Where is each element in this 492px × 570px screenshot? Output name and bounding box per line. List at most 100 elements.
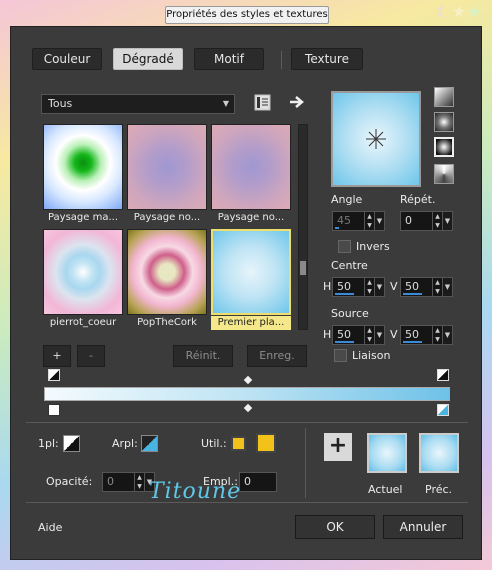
center-h-field[interactable]: 50 ▲ ▼ ▼: [332, 277, 385, 297]
previous-gradient-preview[interactable]: [419, 433, 459, 473]
opacity-stepper[interactable]: ▲ ▼: [134, 473, 144, 491]
top-right-stop-icon[interactable]: [437, 369, 449, 381]
center-v-dropdown-button[interactable]: ▼: [442, 277, 453, 297]
gradient-list-scrollbar[interactable]: [298, 124, 308, 330]
radial-gradient-icon[interactable]: [434, 164, 454, 184]
background-stop-icon[interactable]: [141, 435, 158, 452]
gradient-item[interactable]: Paysage no...: [127, 124, 207, 225]
source-v-stepper[interactable]: ▲ ▼: [432, 326, 442, 344]
gradient-editor-bar[interactable]: [44, 387, 450, 401]
center-h-stepper[interactable]: ▲ ▼: [364, 278, 374, 296]
divider: [26, 422, 468, 423]
gradient-preview[interactable]: [331, 91, 421, 187]
foreground-stop-icon[interactable]: [63, 435, 80, 452]
source-v-label: V: [390, 328, 398, 341]
center-h-slider-bar[interactable]: [335, 293, 354, 295]
user-stop-label: Util.:: [201, 437, 227, 450]
tab-separator: [281, 51, 282, 69]
gradient-label: Paysage ma...: [47, 212, 119, 223]
add-gradient-button[interactable]: +: [43, 345, 71, 367]
gradient-item[interactable]: pierrot_coeur: [43, 229, 123, 330]
rectangular-gradient-icon[interactable]: [434, 112, 454, 132]
category-dropdown[interactable]: Tous ▼: [41, 94, 235, 114]
center-v-label: V: [390, 280, 398, 293]
center-v-field[interactable]: 50 ▲ ▼ ▼: [400, 277, 453, 297]
source-v-dropdown-button[interactable]: ▼: [442, 325, 453, 345]
current-gradient-preview[interactable]: [367, 433, 407, 473]
gradient-library-icon[interactable]: [254, 94, 271, 111]
source-h-slider-bar[interactable]: [335, 341, 354, 343]
end-color-stop[interactable]: [437, 404, 449, 416]
linear-gradient-icon[interactable]: [434, 87, 454, 107]
repeat-field[interactable]: 0 ▲ ▼ ▼: [400, 211, 453, 231]
center-v-stepper[interactable]: ▲ ▼: [432, 278, 442, 296]
invert-checkbox[interactable]: [338, 240, 351, 253]
gradient-thumbnail: [127, 229, 207, 315]
source-h-stepper[interactable]: ▲ ▼: [364, 326, 374, 344]
opacity-field[interactable]: 0 ▲ ▼ ▼: [102, 472, 155, 492]
gradient-thumbnail: [43, 124, 123, 210]
gradient-item[interactable]: Paysage ma...: [43, 124, 123, 225]
gradient-item-selected[interactable]: Premier pla...: [211, 229, 291, 330]
repeat-dropdown-button[interactable]: ▼: [442, 211, 453, 231]
gradient-item[interactable]: PopTheCork: [127, 229, 207, 330]
link-label: Liaison: [352, 349, 391, 362]
angle-label: Angle: [331, 193, 363, 206]
midpoint-diamond-bottom[interactable]: [243, 403, 253, 413]
source-h-field[interactable]: 50 ▲ ▼ ▼: [332, 325, 385, 345]
sunburst-gradient-icon[interactable]: [434, 137, 454, 157]
start-color-stop[interactable]: [48, 404, 60, 416]
center-v-slider-bar[interactable]: [403, 293, 422, 295]
chevron-down-icon: ▼: [222, 99, 229, 108]
gradient-thumbnail: [211, 124, 291, 210]
save-gradient-button[interactable]: Enreg.: [247, 345, 307, 367]
source-v-slider-bar[interactable]: [403, 341, 422, 343]
center-v-value: 50: [405, 280, 419, 293]
help-link[interactable]: Aide: [38, 521, 62, 534]
midpoint-diamond-top[interactable]: [243, 375, 253, 385]
center-label: Centre: [331, 259, 368, 272]
signature-watermark: Titoune: [149, 479, 242, 504]
invert-label: Invers: [356, 240, 390, 253]
tab-couleur[interactable]: Couleur: [32, 48, 102, 70]
angle-stepper[interactable]: ▲ ▼: [364, 212, 374, 230]
add-to-swatches-button[interactable]: +: [324, 433, 352, 461]
source-v-value: 50: [405, 328, 419, 341]
gradient-label: pierrot_coeur: [49, 317, 117, 328]
arrow-right-icon[interactable]: [288, 94, 306, 110]
gradient-label: Paysage no...: [133, 212, 201, 223]
source-h-label: H: [323, 328, 332, 341]
user-color-swatch-small[interactable]: [231, 436, 246, 451]
repeat-label: Répét.: [400, 193, 436, 206]
cancel-button[interactable]: Annuler: [383, 515, 463, 539]
divider: [26, 502, 468, 503]
gradient-thumbnail: [127, 124, 207, 210]
angle-slider-bar[interactable]: [335, 227, 339, 229]
user-color-swatch[interactable]: [256, 433, 276, 453]
tab-motif[interactable]: Motif: [194, 48, 264, 70]
gradient-label: Premier pla...: [211, 316, 291, 330]
moon-icon: ☾: [436, 2, 451, 21]
location-field[interactable]: 0: [239, 472, 277, 492]
source-v-field[interactable]: 50 ▲ ▼ ▼: [400, 325, 453, 345]
category-dropdown-value: Tous: [48, 97, 73, 110]
angle-dropdown-button[interactable]: ▼: [374, 211, 385, 231]
center-h-dropdown-button[interactable]: ▼: [374, 277, 385, 297]
gradient-item[interactable]: Paysage no...: [211, 124, 291, 225]
previous-label: Préc.: [425, 483, 453, 496]
ok-button[interactable]: OK: [295, 515, 375, 539]
reset-button[interactable]: Réinit.: [173, 345, 233, 367]
repeat-stepper[interactable]: ▲ ▼: [432, 212, 442, 230]
remove-gradient-button[interactable]: -: [77, 345, 105, 367]
foreground-stop-label: 1pl:: [38, 437, 59, 450]
center-h-label: H: [323, 280, 332, 293]
center-crosshair-icon[interactable]: [366, 129, 386, 149]
angle-field[interactable]: 45 ▲ ▼ ▼: [332, 211, 385, 231]
link-checkbox[interactable]: [334, 349, 347, 362]
scrollbar-thumb[interactable]: [300, 261, 306, 275]
source-h-dropdown-button[interactable]: ▼: [374, 325, 385, 345]
vertical-divider: [305, 428, 306, 498]
tab-texture[interactable]: Texture: [291, 48, 363, 70]
tab-degrade[interactable]: Dégradé: [113, 48, 183, 70]
top-left-stop-icon[interactable]: [48, 369, 60, 381]
